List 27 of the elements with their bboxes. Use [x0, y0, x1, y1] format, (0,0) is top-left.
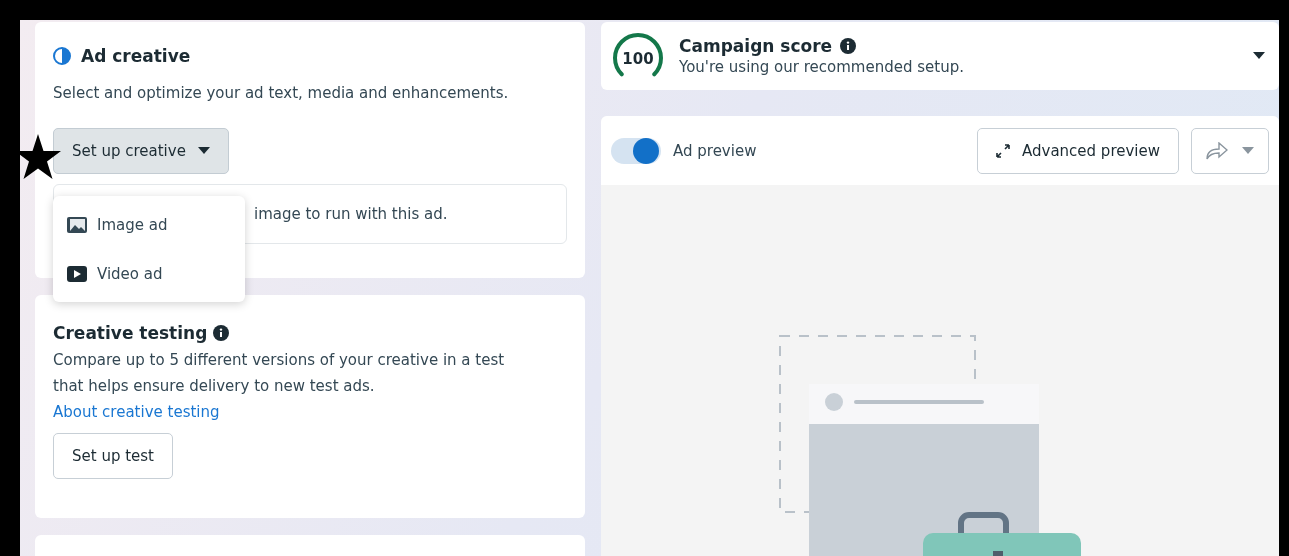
section-title: Creative testing: [53, 323, 208, 343]
toggle-label: Ad preview: [673, 141, 758, 160]
section-description: Compare up to 5 different versions of your creative in a test that helps ensure delivery to new test ads. About creative testing: [53, 350, 506, 423]
caret-icon: [197, 147, 210, 155]
section-description: Select and optimize your ad text, media and enhancements.: [53, 83, 510, 104]
set-up-test-button[interactable]: Set up test: [53, 433, 173, 479]
menu-item[interactable]: Image ad: [53, 200, 245, 249]
half-circle-icon: [53, 47, 71, 65]
expand-icon: [996, 143, 1010, 158]
info-icon[interactable]: [840, 38, 857, 54]
score-title: Campaign score: [679, 36, 833, 56]
share-icon: [1206, 141, 1228, 160]
share-button[interactable]: [1191, 127, 1269, 174]
caret-icon: [1253, 52, 1265, 60]
caret-icon: [1242, 146, 1254, 155]
score-subtitle: You're using our recommended setup.: [679, 58, 965, 76]
about-link[interactable]: About creative testing: [53, 403, 220, 421]
play-icon: [67, 265, 87, 282]
info-icon[interactable]: [213, 325, 230, 341]
hint-text: image to run with this ad.: [254, 205, 448, 223]
set-up-creative-button[interactable]: Set up creative: [53, 128, 229, 174]
menu-item[interactable]: Video ad: [53, 249, 245, 298]
section-title: Ad creative: [81, 46, 191, 66]
advanced-preview-button[interactable]: Advanced preview: [977, 127, 1179, 174]
preview-toggle[interactable]: [611, 137, 661, 164]
image-icon: [67, 215, 87, 234]
score-gauge: 100: [611, 32, 665, 80]
